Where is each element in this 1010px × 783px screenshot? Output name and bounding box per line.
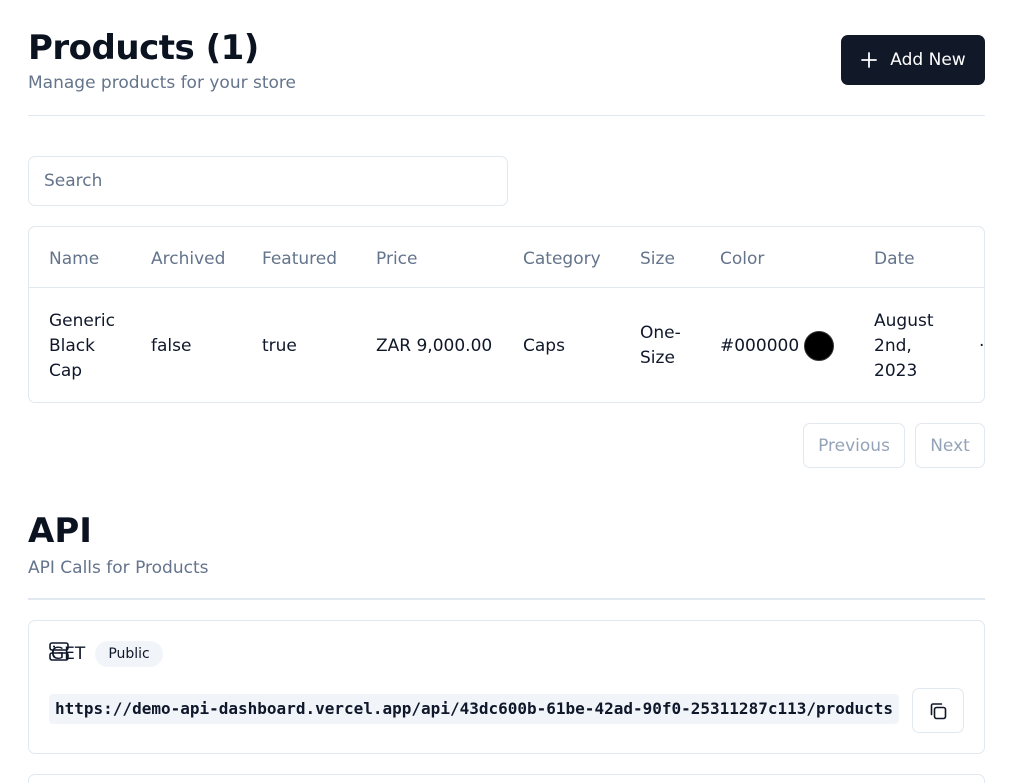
row-actions-button[interactable]: ·	[979, 336, 984, 356]
table-row[interactable]: Generic Black Cap false true ZAR 9,000.0…	[29, 288, 984, 402]
api-method-row: GET Public	[49, 641, 163, 667]
cell-color: #000000	[720, 336, 800, 356]
search-input[interactable]	[28, 156, 508, 206]
cell-archived: false	[151, 336, 192, 356]
api-endpoint-card	[28, 774, 985, 783]
column-header-size: Size	[640, 249, 675, 269]
api-divider	[28, 598, 985, 600]
column-header-archived: Archived	[151, 249, 226, 269]
column-header-price: Price	[376, 249, 418, 269]
plus-icon	[861, 52, 878, 68]
add-new-button[interactable]: Add New	[841, 35, 985, 85]
header-divider	[28, 115, 985, 116]
column-header-name: Name	[49, 249, 100, 269]
server-icon	[49, 642, 69, 661]
api-endpoint-card: GET Public https://demo-api-dashboard.ve…	[28, 620, 985, 754]
column-header-featured: Featured	[262, 249, 338, 269]
page-header: Products (1) Manage products for your st…	[28, 28, 296, 94]
cell-featured: true	[262, 336, 297, 356]
add-new-label: Add New	[890, 50, 966, 70]
cell-name: Generic Black Cap	[49, 311, 115, 381]
cell-category: Caps	[523, 336, 565, 356]
cell-date: August 2nd, 2023	[874, 311, 934, 381]
previous-button[interactable]: Previous	[803, 423, 905, 468]
page-title: Products (1)	[28, 28, 259, 68]
cell-price: ZAR 9,000.00	[376, 336, 493, 356]
page-subtitle: Manage products for your store	[28, 73, 296, 93]
next-button[interactable]: Next	[915, 423, 985, 468]
copy-button[interactable]	[912, 688, 964, 733]
column-header-color: Color	[720, 249, 765, 269]
color-swatch	[804, 331, 834, 361]
column-header-date: Date	[874, 249, 915, 269]
api-section-title: API	[28, 511, 92, 551]
api-url: https://demo-api-dashboard.vercel.app/ap…	[49, 694, 900, 724]
public-badge: Public	[95, 641, 163, 667]
table-header: Name Archived Featured Price Category Si…	[29, 227, 984, 288]
products-table: Name Archived Featured Price Category Si…	[28, 226, 985, 403]
api-section-subtitle: API Calls for Products	[28, 558, 209, 578]
cell-size: One- Size	[640, 323, 681, 368]
api-method-wrap: GET	[49, 641, 85, 667]
column-header-category: Category	[523, 249, 601, 269]
copy-icon	[930, 702, 947, 719]
